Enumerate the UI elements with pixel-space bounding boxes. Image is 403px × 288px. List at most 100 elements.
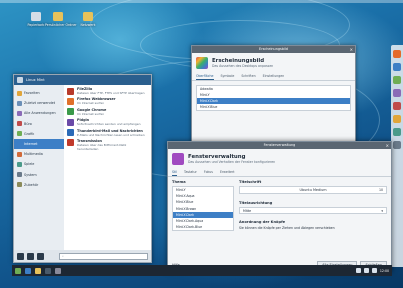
clock[interactable]: 12:00	[380, 269, 389, 273]
network-icon[interactable]	[355, 268, 361, 273]
app5-icon[interactable]	[393, 102, 401, 110]
logout-button[interactable]	[27, 252, 34, 260]
desktop-icon-label: Netzwerk	[80, 23, 96, 27]
category-label: System	[24, 172, 37, 177]
appearance-window: Erscheinungsbild × Erscheinungsbild Das …	[191, 45, 356, 155]
category-item[interactable]: Alle Anwendungen	[14, 108, 64, 118]
tab-item[interactable]: Fokus	[204, 169, 213, 176]
app3-icon[interactable]	[393, 76, 401, 84]
close-icon[interactable]: ×	[386, 142, 389, 149]
window-titlebar[interactable]: Erscheinungsbild ×	[192, 46, 355, 53]
tab-item[interactable]: Tastatur	[184, 169, 197, 176]
grid-icon	[17, 110, 22, 116]
tab-item[interactable]: Oberfläche	[196, 73, 214, 80]
app-description: Dateien über FTP, FTPS und SFTP übertrag…	[77, 91, 145, 95]
app-description: E-Mails und Nachrichten lesen und schrei…	[77, 132, 145, 137]
window-titlebar[interactable]: Fensterverwaltung ×	[168, 142, 391, 149]
app2-icon[interactable]	[393, 63, 401, 71]
start-menu-footer: ⌕	[14, 250, 151, 262]
window-subheading: Das Aussehen und Verhalten der Fenster k…	[188, 160, 276, 164]
app7-icon[interactable]	[393, 128, 401, 136]
close-icon[interactable]: ×	[350, 46, 353, 53]
app6-icon[interactable]	[393, 115, 401, 123]
volume-icon[interactable]	[363, 268, 369, 273]
category-item[interactable]: Multimedia	[14, 149, 64, 159]
clock-icon	[17, 100, 22, 106]
settings-icon[interactable]	[55, 267, 61, 274]
avatar	[17, 77, 23, 83]
firefox-icon	[67, 97, 74, 105]
title-font-button[interactable]: Ubuntu Medium 10	[239, 186, 387, 194]
app1-icon[interactable]	[393, 50, 401, 58]
home-folder-icon	[53, 12, 63, 21]
theme-item[interactable]: Mint-Y-Dark-Blue	[173, 224, 233, 230]
tab-bar: Oberfläche Symbole Schriften Einstellungen	[192, 73, 355, 81]
office-icon	[17, 121, 22, 127]
menu-icon[interactable]	[15, 267, 21, 274]
filezilla-icon	[67, 87, 74, 95]
desktop-icon-network[interactable]: Netzwerk	[75, 12, 101, 27]
app-item[interactable]: FileZilla Dateien über FTP, FTPS und SFTP…	[67, 87, 148, 95]
app-item[interactable]: Firefox Webbrowser Im Internet surfen	[67, 97, 148, 105]
category-label: Zuletzt verwendet	[24, 101, 56, 106]
files-icon[interactable]	[35, 267, 41, 274]
alignment-label: Titelausrichtung	[239, 201, 273, 205]
category-label: Zubehör	[24, 182, 39, 187]
buttons-layout-hint: Sie können die Knöpfe per Ziehen und Abl…	[239, 226, 335, 230]
app-item[interactable]: Transmission Dateien über das BitTorrent-…	[67, 139, 148, 151]
category-item[interactable]: Internet	[14, 138, 64, 150]
app4-icon[interactable]	[393, 89, 401, 97]
browser-icon[interactable]	[25, 267, 31, 274]
tab-item[interactable]: Erweitert	[220, 169, 235, 176]
desktop-icon-label: Persönlicher Ordner	[45, 23, 77, 27]
theme-item[interactable]: Mint-Y-Blue	[197, 104, 350, 110]
window-title: Fensterverwaltung	[263, 143, 296, 147]
tab-item[interactable]: Symbole	[221, 73, 235, 80]
app8-icon[interactable]	[393, 141, 401, 149]
app-item[interactable]: Thunderbird-Mail und Nachrichten E-Mails …	[67, 129, 148, 137]
window-manager-icon	[172, 153, 184, 165]
category-item[interactable]: System	[14, 170, 64, 180]
alignment-value: Mitte	[243, 208, 252, 213]
tab-item[interactable]: Schriften	[241, 73, 255, 80]
category-item[interactable]: Zuletzt verwendet	[14, 98, 64, 108]
star-icon	[17, 90, 22, 96]
pidgin-icon	[67, 118, 74, 126]
tab-bar: Stil Tastatur Fokus Erweitert	[168, 169, 391, 177]
category-item[interactable]: Büro	[14, 119, 64, 129]
category-item[interactable]: Favoriten	[14, 88, 64, 98]
category-label: Grafik	[24, 131, 35, 136]
terminal-icon[interactable]	[45, 267, 51, 274]
tools-icon	[17, 182, 22, 188]
globe-icon	[17, 141, 22, 147]
desktop-icon-home[interactable]: Persönlicher Ordner	[45, 12, 77, 27]
category-item[interactable]: Spiele	[14, 159, 64, 169]
window-manager-window: Fensterverwaltung × Fensterverwaltung Da…	[167, 141, 392, 272]
graphics-icon	[17, 131, 22, 137]
tab-item[interactable]: Einstellungen	[263, 73, 285, 80]
alignment-select[interactable]: Mitte ▾	[239, 207, 387, 214]
search-input[interactable]: ⌕	[59, 252, 148, 260]
folder-icon	[83, 12, 93, 21]
system-icon	[17, 172, 22, 178]
category-label: Alle Anwendungen	[24, 111, 56, 116]
window-subheading: Das Aussehen des Desktops anpassen	[212, 64, 274, 68]
transmission-icon	[67, 139, 74, 147]
chevron-down-icon: ▾	[381, 208, 383, 213]
category-item[interactable]: Grafik	[14, 129, 64, 139]
tab-item[interactable]: Stil	[172, 169, 178, 176]
wm-theme-list: Mint-Y Mint-Y-Aqua Mint-Y-Blue Mint-Y-Brown…	[172, 186, 234, 232]
battery-icon[interactable]	[371, 268, 377, 273]
trash-icon	[31, 12, 41, 21]
power-button[interactable]	[37, 252, 44, 260]
search-icon: ⌕	[62, 254, 64, 258]
lock-button[interactable]	[17, 252, 24, 260]
app-item[interactable]: Pidgin Sofortnachrichten senden und empfa…	[67, 118, 148, 126]
category-item[interactable]: Zubehör	[14, 180, 64, 190]
category-label: Büro	[24, 121, 32, 126]
window-title: Erscheinungsbild	[259, 47, 288, 51]
appearance-icon	[196, 57, 208, 69]
app-item[interactable]: Google Chrome Im Internet surfen	[67, 108, 148, 116]
category-label: Multimedia	[24, 152, 43, 157]
gamepad-icon	[17, 161, 22, 167]
